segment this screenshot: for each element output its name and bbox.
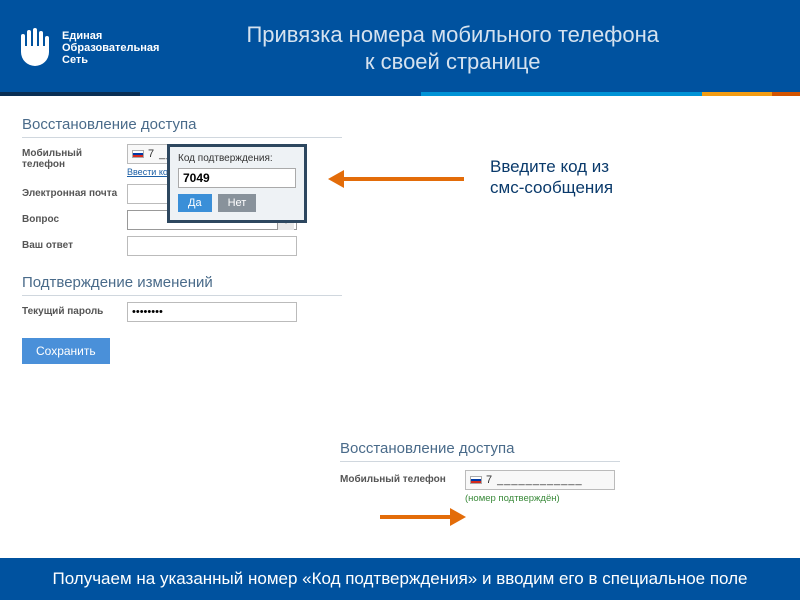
label-email: Электронная почта — [22, 184, 127, 199]
label-mobile: Мобильный телефон — [22, 144, 127, 170]
current-password-input[interactable] — [127, 302, 297, 322]
flag-ru-icon — [132, 150, 144, 158]
brand-logo: Единая Образовательная Сеть — [14, 26, 159, 70]
popup-yes-button[interactable]: Да — [178, 194, 212, 212]
section-restore-title: Восстановление доступа — [22, 116, 342, 138]
brand-line: Единая — [62, 30, 159, 42]
arrow-up-icon — [380, 508, 466, 526]
label-answer: Ваш ответ — [22, 236, 127, 251]
popup-label: Код подтверждения: — [178, 153, 296, 164]
bottom-fragment: Восстановление доступа Мобильный телефон… — [340, 440, 770, 510]
callout-line: смс-сообщения — [490, 177, 670, 198]
label-question: Вопрос — [22, 210, 127, 225]
fragment-label-mobile: Мобильный телефон — [340, 470, 465, 485]
arrow-icon — [328, 170, 464, 188]
title-line: Привязка номера мобильного телефона — [159, 21, 746, 49]
save-button[interactable]: Сохранить — [22, 338, 110, 364]
footer-caption: Получаем на указанный номер «Код подтвер… — [0, 558, 800, 600]
brand-text: Единая Образовательная Сеть — [62, 30, 159, 66]
flag-ru-icon — [470, 476, 482, 484]
row-question: Вопрос — [22, 210, 800, 230]
page-title: Привязка номера мобильного телефона к св… — [159, 21, 786, 76]
title-line: к своей странице — [159, 48, 746, 76]
callout-text: Введите код из смс-сообщения — [490, 156, 670, 199]
callout-line: Введите код из — [490, 156, 670, 177]
brand-line: Сеть — [62, 54, 159, 66]
fragment-phone-value: 7 ____________ — [486, 474, 583, 486]
fragment-mobile-input[interactable]: 7 ____________ — [465, 470, 615, 490]
fragment-row-mobile: Мобильный телефон 7 ____________ (номер … — [340, 470, 770, 504]
section-confirm-title: Подтверждение изменений — [22, 274, 342, 296]
phone-confirmed-note: (номер подтверждён) — [465, 493, 615, 504]
hand-icon — [14, 26, 54, 70]
main-content: Восстановление доступа Мобильный телефон… — [0, 96, 800, 364]
label-password: Текущий пароль — [22, 302, 127, 317]
row-password: Текущий пароль — [22, 302, 800, 322]
row-answer: Ваш ответ — [22, 236, 800, 256]
fragment-section-title: Восстановление доступа — [340, 440, 620, 462]
popup-no-button[interactable]: Нет — [218, 194, 257, 212]
confirmation-code-popup: Код подтверждения: Да Нет — [167, 144, 307, 223]
answer-input[interactable] — [127, 236, 297, 256]
header: Единая Образовательная Сеть Привязка ном… — [0, 0, 800, 96]
confirmation-code-input[interactable] — [178, 168, 296, 188]
brand-line: Образовательная — [62, 42, 159, 54]
